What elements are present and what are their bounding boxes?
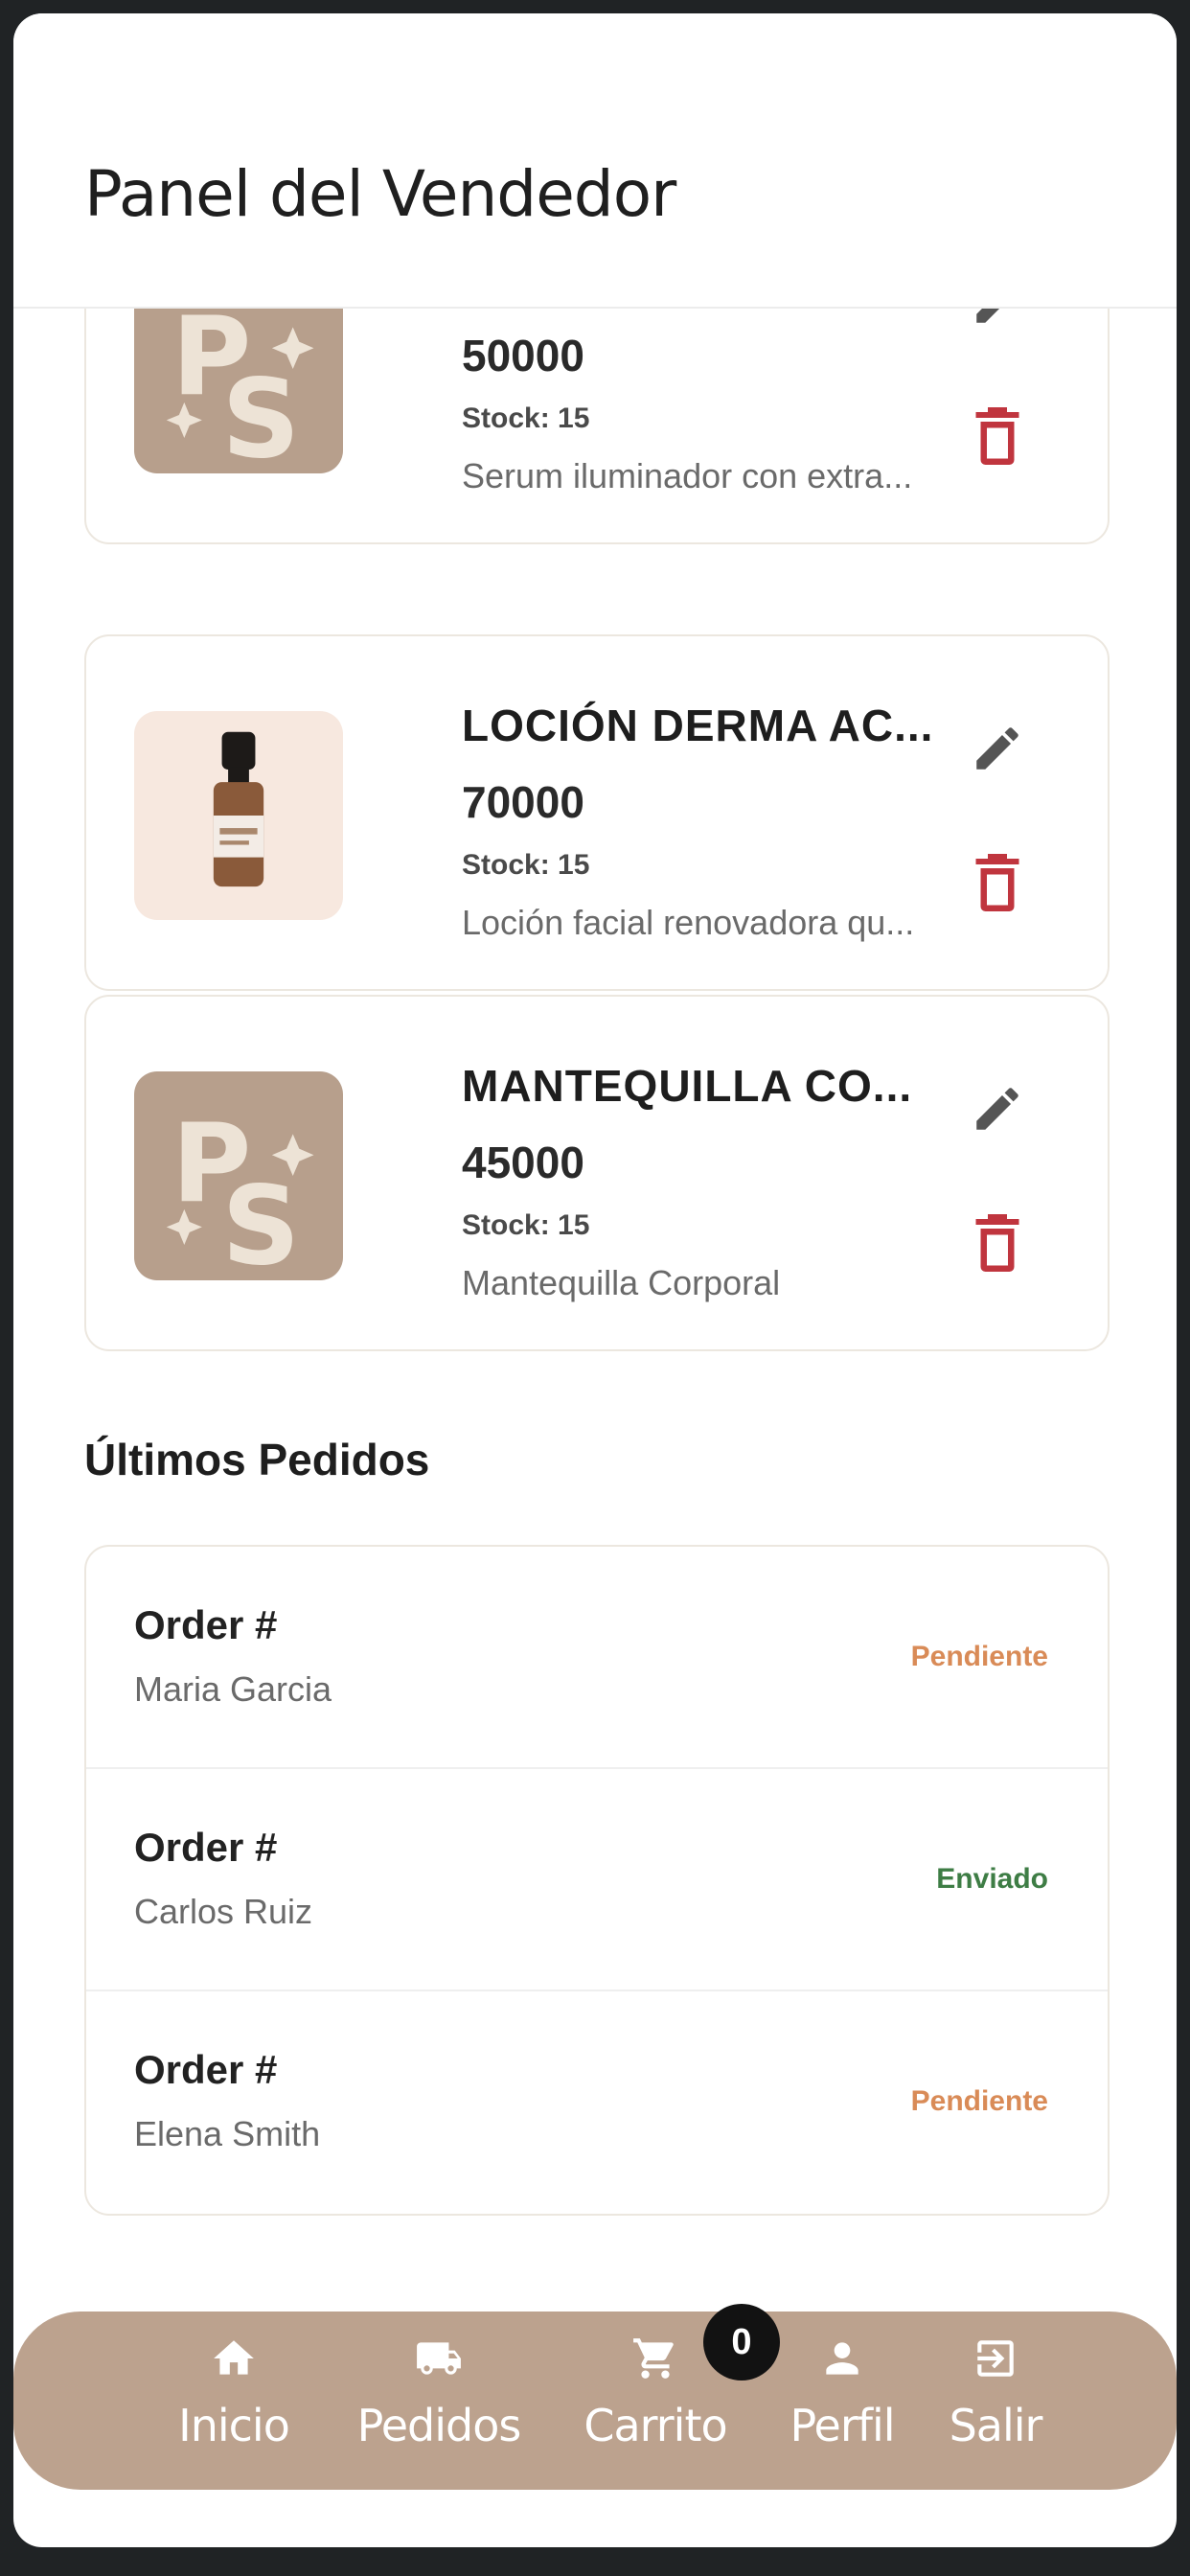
product-name: MANTEQUILLA CO... <box>462 1061 913 1111</box>
order-id: Order # <box>134 2047 278 2092</box>
product-card: P S 50000 Stock: 15 Serum iluminador con… <box>84 309 1110 544</box>
order-client: Carlos Ruiz <box>134 1892 313 1931</box>
product-card: LOCIÓN DERMA AC... 70000 Stock: 15 Loció… <box>84 634 1110 991</box>
svg-text:S: S <box>222 1163 301 1280</box>
product-price: 70000 <box>462 777 584 827</box>
nav-item-salir[interactable]: Salir <box>924 2334 1067 2451</box>
order-row[interactable]: Order # Carlos Ruiz Enviado <box>86 1769 1108 1991</box>
cart-count-badge: 0 <box>703 2304 780 2380</box>
nav-item-perfil[interactable]: Perfil <box>770 2334 914 2451</box>
pencil-icon <box>976 309 1000 323</box>
home-icon <box>214 2340 254 2375</box>
order-row[interactable]: Order # Elena Smith Pendiente <box>86 1991 1108 2214</box>
truck-icon <box>417 2342 461 2375</box>
nav-label: Salir <box>949 2400 1043 2451</box>
order-row[interactable]: Order # Maria Garcia Pendiente <box>86 1547 1108 1769</box>
product-price: 45000 <box>462 1138 584 1187</box>
nav-label: Inicio <box>178 2400 290 2451</box>
trash-icon <box>975 854 1019 911</box>
product-stock: Stock: 15 <box>462 1209 590 1241</box>
edit-button[interactable] <box>970 1081 1025 1137</box>
bottom-nav: Inicio Pedidos Carrito 0 Perfil Salir <box>13 2304 1177 2490</box>
status-badge: Pendiente <box>910 1641 1048 1672</box>
nav-item-inicio[interactable]: Inicio <box>157 2334 310 2451</box>
product-description: Mantequilla Corporal <box>462 1263 781 1302</box>
nav-label: Carrito <box>584 2400 727 2451</box>
delete-button[interactable] <box>973 1213 1021 1273</box>
pencil-icon <box>976 1088 1018 1130</box>
status-badge: Pendiente <box>910 2085 1048 2117</box>
nav-item-pedidos[interactable]: Pedidos <box>333 2334 544 2451</box>
product-bottle-image <box>134 711 343 920</box>
phone-screen: P S 50000 Stock: 15 Serum iluminador con… <box>13 13 1177 2547</box>
scroll-content[interactable]: P S 50000 Stock: 15 Serum iluminador con… <box>13 309 1177 2321</box>
product-price: 50000 <box>462 331 584 380</box>
product-description: Serum iluminador con extra... <box>462 456 913 495</box>
edit-button[interactable] <box>970 721 1025 776</box>
product-description: Loción facial renovadora qu... <box>462 903 915 942</box>
product-logo-image: P S <box>134 1071 343 1280</box>
nav-label: Perfil <box>790 2400 895 2451</box>
edit-button[interactable] <box>970 309 1025 330</box>
product-stock: Stock: 15 <box>462 402 590 434</box>
trash-icon <box>975 407 1019 465</box>
product-card: P S MANTEQUILLA CO... 45000 Stock: 15 Ma… <box>84 995 1110 1351</box>
cart-icon <box>633 2338 674 2379</box>
svg-text:S: S <box>222 356 301 473</box>
nav-label: Pedidos <box>356 2400 522 2451</box>
delete-button[interactable] <box>973 406 1021 466</box>
product-logo-image: P S <box>134 309 343 473</box>
delete-button[interactable] <box>973 853 1021 912</box>
trash-icon <box>975 1214 1019 1272</box>
product-stock: Stock: 15 <box>462 849 590 881</box>
order-client: Elena Smith <box>134 2114 321 2153</box>
person-icon <box>826 2342 858 2375</box>
order-id: Order # <box>134 1825 278 1870</box>
page-title: Panel del Vendedor <box>84 157 676 231</box>
recent-orders-title: Últimos Pedidos <box>84 1435 430 1484</box>
pencil-icon <box>976 727 1018 770</box>
order-id: Order # <box>134 1602 278 1647</box>
orders-list: Order # Maria Garcia Pendiente Order # C… <box>84 1545 1110 2216</box>
product-name: LOCIÓN DERMA AC... <box>462 701 934 750</box>
app-header: Panel del Vendedor <box>13 13 1177 309</box>
order-client: Maria Garcia <box>134 1669 332 1709</box>
status-badge: Enviado <box>936 1863 1048 1895</box>
logout-icon <box>977 2340 1014 2377</box>
